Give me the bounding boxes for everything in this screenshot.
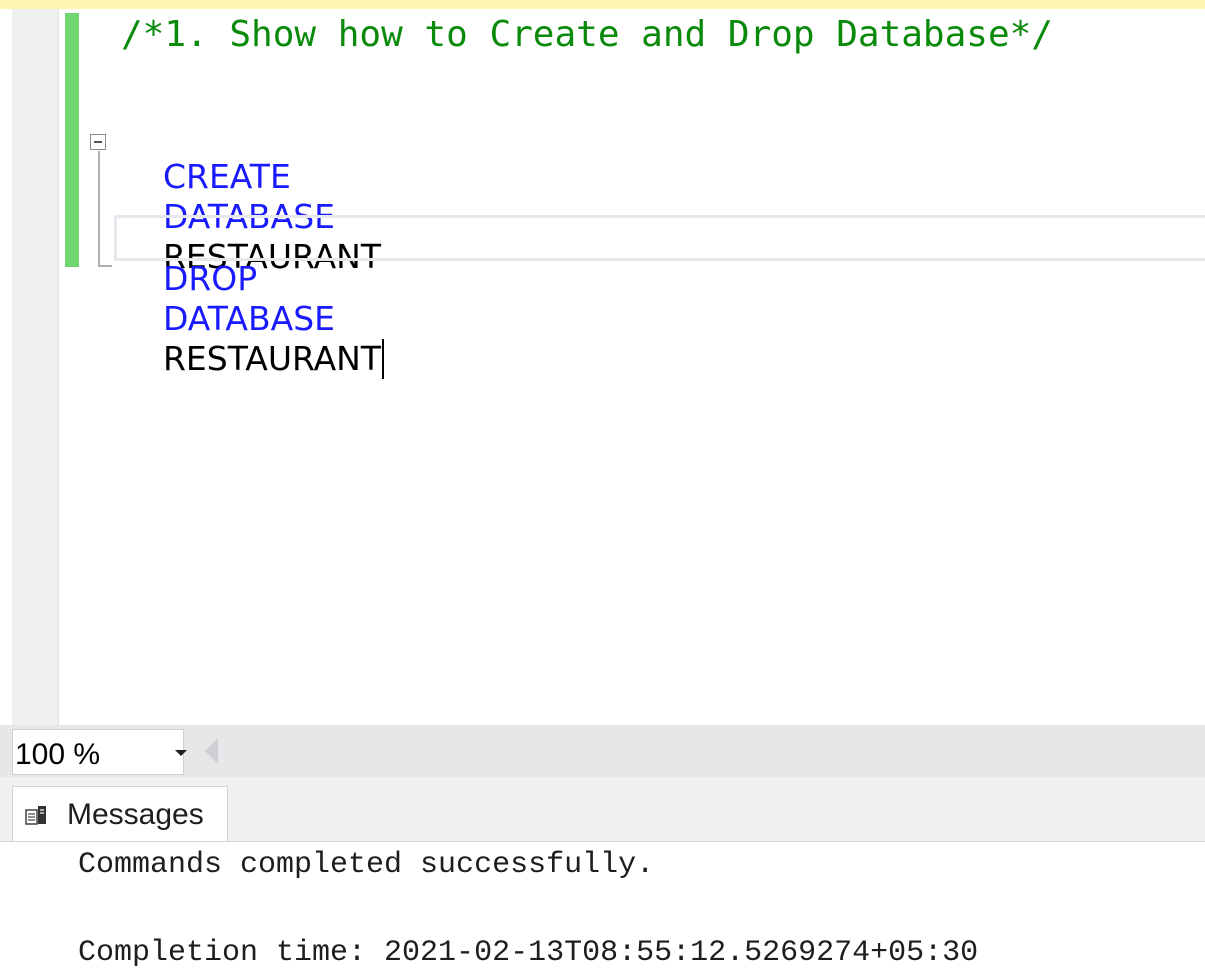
fold-guide-end	[98, 265, 112, 267]
editor-gutter	[12, 9, 59, 725]
dropdown-arrow-icon[interactable]	[175, 750, 187, 756]
code-line-comment: /*1. Show how to Create and Drop Databas…	[121, 14, 1053, 55]
zoom-value: 100 %	[15, 738, 101, 771]
top-accent-bar	[0, 0, 1205, 9]
change-tracking-bar	[65, 13, 79, 267]
fold-collapse-icon[interactable]	[90, 134, 106, 150]
keyword-database: DATABASE	[162, 299, 335, 338]
tab-messages[interactable]: Messages	[12, 786, 228, 841]
tab-messages-label: Messages	[67, 798, 204, 831]
text-caret	[382, 339, 385, 379]
message-commands-completed: Commands completed successfully.	[78, 848, 655, 882]
messages-output[interactable]: Commands completed successfully. Complet…	[0, 841, 1205, 970]
zoom-bar: 100 %	[0, 725, 1205, 777]
fold-guide-line	[98, 151, 100, 267]
keyword-drop: DROP	[162, 259, 258, 298]
query-editor[interactable]: /*1. Show how to Create and Drop Databas…	[0, 9, 1205, 725]
scroll-left-icon[interactable]	[205, 738, 218, 764]
database-name: RESTAURANT	[162, 339, 382, 378]
code-line-drop: DROP DATABASE RESTAURANT	[121, 219, 385, 419]
results-tab-strip: Messages	[0, 777, 1205, 841]
keyword-create: CREATE	[162, 157, 291, 196]
message-completion-time: Completion time: 2021-02-13T08:55:12.526…	[78, 936, 979, 970]
editor-left-margin	[0, 9, 12, 725]
messages-icon	[25, 806, 46, 825]
zoom-dropdown[interactable]: 100 %	[12, 729, 187, 775]
